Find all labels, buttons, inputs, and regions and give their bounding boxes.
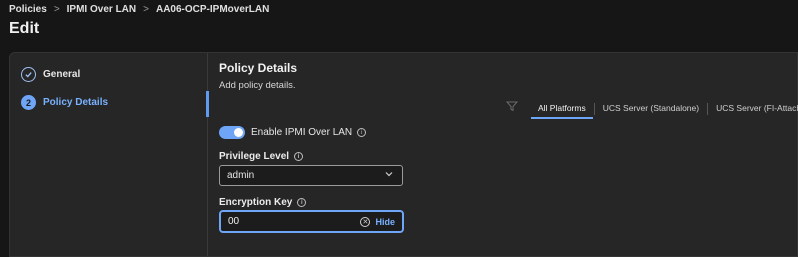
step-general-label: General bbox=[43, 69, 81, 80]
platform-tabs: All Platforms UCS Server (Standalone) UC… bbox=[531, 103, 798, 119]
tab-ucs-fi-attached[interactable]: UCS Server (FI-Attached) bbox=[709, 103, 798, 117]
breadcrumb-current: AA06-OCP-IPMoverLAN bbox=[155, 4, 270, 15]
tab-all-platforms[interactable]: All Platforms bbox=[531, 103, 593, 119]
enable-ipmi-row: Enable IPMI Over LAN i bbox=[219, 126, 367, 139]
breadcrumb-separator: > bbox=[53, 4, 60, 15]
info-icon[interactable]: i bbox=[294, 152, 304, 161]
clear-icon[interactable]: ✕ bbox=[360, 216, 371, 227]
step-general[interactable]: General bbox=[21, 67, 80, 82]
chevron-down-icon bbox=[385, 170, 393, 180]
encryption-key-label-row: Encryption Key i bbox=[219, 197, 307, 208]
active-step-indicator bbox=[206, 91, 209, 117]
breadcrumb: Policies > IPMI Over LAN > AA06-OCP-IPMo… bbox=[9, 4, 269, 15]
edit-panel: General 2 Policy Details Policy Details … bbox=[9, 52, 798, 257]
page-title: Edit bbox=[9, 20, 40, 37]
privilege-level-value: admin bbox=[227, 170, 255, 181]
filter-icon[interactable] bbox=[506, 100, 518, 112]
section-title: Policy Details bbox=[219, 61, 298, 75]
enable-ipmi-label: Enable IPMI Over LAN bbox=[251, 127, 353, 138]
encryption-key-field: ✕ Hide bbox=[219, 210, 404, 233]
wizard-steps: General 2 Policy Details bbox=[10, 53, 209, 256]
breadcrumb-policies[interactable]: Policies bbox=[9, 4, 47, 15]
policy-details-form: Policy Details Add policy details. All P… bbox=[219, 53, 798, 256]
breadcrumb-separator: > bbox=[143, 4, 149, 15]
hide-button[interactable]: Hide bbox=[375, 217, 395, 227]
tab-divider bbox=[593, 103, 595, 115]
info-icon[interactable]: i bbox=[357, 128, 367, 137]
toggle-knob bbox=[234, 128, 243, 137]
enable-ipmi-toggle[interactable] bbox=[219, 126, 245, 139]
privilege-level-label: Privilege Level bbox=[219, 151, 290, 162]
check-icon bbox=[21, 67, 36, 82]
breadcrumb-ipmi-over-lan[interactable]: IPMI Over LAN bbox=[67, 4, 136, 15]
section-subtitle: Add policy details. bbox=[219, 80, 296, 91]
step-policy-details[interactable]: 2 Policy Details bbox=[21, 95, 108, 110]
encryption-key-label: Encryption Key bbox=[219, 197, 293, 208]
encryption-key-input[interactable] bbox=[221, 216, 361, 227]
step-number-badge: 2 bbox=[21, 95, 36, 110]
tab-divider bbox=[707, 103, 709, 115]
privilege-level-label-row: Privilege Level i bbox=[219, 151, 304, 162]
info-icon[interactable]: i bbox=[297, 198, 307, 207]
tab-ucs-standalone[interactable]: UCS Server (Standalone) bbox=[596, 103, 706, 117]
privilege-level-select[interactable]: admin bbox=[219, 165, 403, 186]
step-policy-details-label: Policy Details bbox=[43, 97, 109, 108]
